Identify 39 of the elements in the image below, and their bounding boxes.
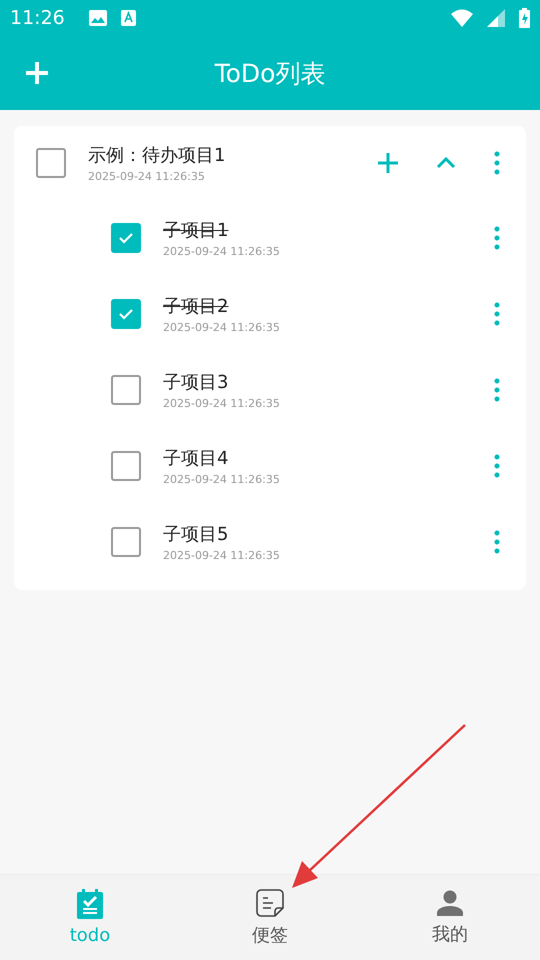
timestamp: 2025-09-24 11:26:35 <box>88 170 205 183</box>
subitem-title: 子项目2 <box>163 295 228 318</box>
add-subitem-button[interactable] <box>378 153 398 173</box>
signal-icon <box>487 9 505 27</box>
wifi-icon <box>451 9 473 27</box>
note-icon <box>256 888 284 916</box>
screen-title: ToDo列表 <box>214 58 326 90</box>
more-icon[interactable] <box>494 151 500 175</box>
checkbox[interactable] <box>111 299 141 329</box>
timestamp: 2025-09-24 11:26:35 <box>163 245 280 258</box>
timestamp: 2025-09-24 11:26:35 <box>163 473 280 486</box>
timestamp: 2025-09-24 11:26:35 <box>163 397 280 410</box>
text-icon <box>120 10 136 26</box>
checkbox[interactable] <box>111 451 141 481</box>
more-icon[interactable] <box>494 454 500 478</box>
subitem-title: 子项目3 <box>163 371 228 394</box>
subitem-title: 子项目4 <box>163 447 228 470</box>
more-icon[interactable] <box>494 302 500 326</box>
more-icon[interactable] <box>494 530 500 554</box>
battery-icon <box>519 8 530 28</box>
timestamp: 2025-09-24 11:26:35 <box>163 549 280 562</box>
more-icon[interactable] <box>494 378 500 402</box>
checkbox[interactable] <box>111 223 141 253</box>
add-button[interactable] <box>24 60 50 86</box>
timestamp: 2025-09-24 11:26:35 <box>163 321 280 334</box>
checkbox[interactable] <box>111 527 141 557</box>
clock: 11:26 <box>10 7 65 29</box>
nav-tab[interactable]: 我的 <box>360 875 540 960</box>
image-icon <box>88 10 107 26</box>
nav-tab[interactable]: 便签 <box>180 875 360 960</box>
todo-title: 示例：待办项目1 <box>88 144 226 167</box>
clipboard-check-icon <box>77 889 103 919</box>
person-icon <box>437 890 463 916</box>
more-icon[interactable] <box>494 226 500 250</box>
checkbox[interactable] <box>36 148 66 178</box>
subitem-title: 子项目1 <box>163 219 228 242</box>
checkbox[interactable] <box>111 375 141 405</box>
subitem-title: 子项目5 <box>163 523 228 546</box>
collapse-icon[interactable] <box>436 157 456 169</box>
